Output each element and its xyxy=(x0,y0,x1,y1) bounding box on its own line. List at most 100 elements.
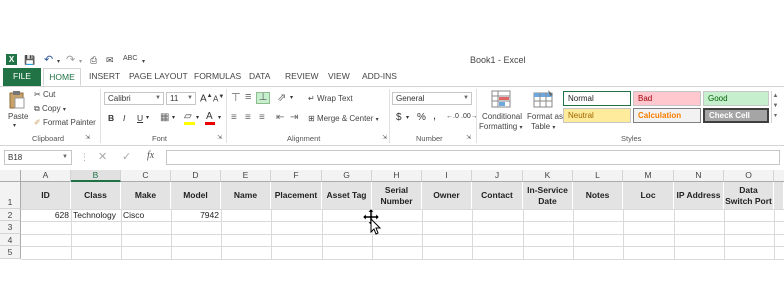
format-painter-button[interactable]: ✐ Format Painter xyxy=(34,118,96,127)
font-color-dropdown-icon[interactable]: ▾ xyxy=(218,114,221,121)
header-cell-class[interactable]: Class xyxy=(71,182,121,209)
row-header-5[interactable]: 5 xyxy=(0,246,21,259)
copy-button[interactable]: ⧉ Copy ▾ xyxy=(34,104,66,114)
borders-dropdown-icon[interactable]: ▾ xyxy=(172,114,175,121)
header-cell-notes[interactable]: Notes xyxy=(573,182,623,209)
paste-button[interactable] xyxy=(9,91,25,109)
currency-button[interactable]: $ xyxy=(396,112,402,123)
format-as-table-label-1[interactable]: Format as xyxy=(527,112,563,121)
header-cell-id[interactable]: ID xyxy=(21,182,71,209)
style-bad[interactable]: Bad xyxy=(633,91,701,106)
orientation-icon[interactable]: ⇗ xyxy=(277,91,286,104)
name-box[interactable]: B18 ▼ xyxy=(4,150,72,165)
insert-function-icon[interactable]: fx xyxy=(147,150,154,161)
header-cell-owner[interactable]: Owner xyxy=(422,182,472,209)
tab-insert[interactable]: INSERT xyxy=(85,68,124,86)
alignment-launcher-icon[interactable]: ⇲ xyxy=(382,134,387,141)
email-icon[interactable]: ✉ xyxy=(106,55,114,66)
cut-button[interactable]: ✂ Cut xyxy=(34,90,55,99)
merge-center-button[interactable]: ⊞ Merge & Center ▾ xyxy=(308,114,379,123)
orientation-dropdown-icon[interactable]: ▾ xyxy=(290,94,293,101)
style-neutral[interactable]: Neutral xyxy=(563,108,631,123)
column-header-i[interactable]: I xyxy=(422,170,472,182)
undo-icon[interactable]: ↶ xyxy=(44,53,53,66)
cell-a2[interactable]: 628 xyxy=(21,210,69,221)
cell-d2[interactable]: 7942 xyxy=(171,210,219,221)
tab-file[interactable]: FILE xyxy=(3,68,41,86)
customize-toolbar-icon[interactable]: ▾ xyxy=(142,58,145,65)
tab-home[interactable]: HOME xyxy=(43,68,81,86)
tab-view[interactable]: VIEW xyxy=(324,68,354,86)
increase-font-button[interactable]: A▲ xyxy=(200,93,213,104)
cell-b2[interactable]: Technology xyxy=(73,210,121,221)
formula-input[interactable] xyxy=(166,150,780,165)
tab-review[interactable]: REVIEW xyxy=(281,68,323,86)
tab-data[interactable]: DATA xyxy=(245,68,274,86)
style-good[interactable]: Good xyxy=(703,91,769,106)
style-calculation[interactable]: Calculation xyxy=(633,108,701,123)
redo-icon[interactable]: ↷ xyxy=(66,53,75,66)
header-cell-contact[interactable]: Contact xyxy=(472,182,523,209)
decrease-indent-icon[interactable]: ⇤ xyxy=(276,112,284,123)
paste-label[interactable]: Paste xyxy=(8,112,28,121)
column-header-b[interactable]: B xyxy=(71,170,121,182)
row-header-2[interactable]: 2 xyxy=(0,209,21,221)
align-right-icon[interactable]: ≡ xyxy=(259,112,265,123)
style-check-cell[interactable]: Check Cell xyxy=(703,108,769,123)
clipboard-launcher-icon[interactable]: ⇲ xyxy=(85,134,90,141)
align-middle-icon[interactable]: ≡ xyxy=(245,91,251,103)
column-header-h[interactable]: H xyxy=(372,170,422,182)
column-header-g[interactable]: G xyxy=(322,170,372,182)
wrap-text-button[interactable]: ↵ Wrap Text xyxy=(308,94,353,103)
currency-dropdown-icon[interactable]: ▾ xyxy=(406,114,409,121)
tab-formulas[interactable]: FORMULAS xyxy=(190,68,245,86)
header-cell-asset-tag[interactable]: Asset Tag xyxy=(322,182,372,209)
number-format-select[interactable]: General ▼ xyxy=(392,92,472,105)
column-header-a[interactable]: A xyxy=(21,170,71,182)
column-header-c[interactable]: C xyxy=(121,170,171,182)
tab-page-layout[interactable]: PAGE LAYOUT xyxy=(125,68,192,86)
bold-button[interactable]: B xyxy=(108,113,114,123)
cancel-icon[interactable]: ✕ xyxy=(98,150,107,163)
italic-button[interactable]: I xyxy=(123,113,125,123)
underline-dropdown-icon[interactable]: ▾ xyxy=(146,114,149,121)
increase-decimal-icon[interactable]: ←.0 xyxy=(446,113,459,120)
align-left-icon[interactable]: ≡ xyxy=(231,112,237,123)
style-normal[interactable]: Normal xyxy=(563,91,631,106)
font-launcher-icon[interactable]: ⇲ xyxy=(217,134,222,141)
print-icon[interactable]: ⎙ xyxy=(90,55,97,66)
font-color-icon[interactable]: A xyxy=(206,111,213,122)
conditional-formatting-label-1[interactable]: Conditional xyxy=(482,112,522,121)
header-cell-in-service-date[interactable]: In-Service Date xyxy=(523,182,573,209)
percent-button[interactable]: % xyxy=(417,112,426,123)
font-name-select[interactable]: Calibri ▼ xyxy=(104,92,164,105)
borders-icon[interactable]: ▦ xyxy=(160,112,169,123)
styles-scroll[interactable]: ▲ ▼ ▾ xyxy=(771,91,779,123)
fill-color-dropdown-icon[interactable]: ▾ xyxy=(196,114,199,121)
align-top-icon[interactable]: ⊤ xyxy=(231,91,241,104)
column-header-o[interactable]: O xyxy=(724,170,774,182)
header-cell-model[interactable]: Model xyxy=(171,182,221,209)
align-bottom-icon[interactable]: ⊥ xyxy=(256,92,270,104)
header-cell-ip-address[interactable]: IP Address xyxy=(674,182,724,209)
tab-add-ins[interactable]: ADD-INS xyxy=(358,68,401,86)
row-header-1[interactable]: 1 xyxy=(0,182,21,209)
spelling-icon[interactable]: ABC xyxy=(123,55,137,62)
conditional-formatting-button[interactable]: Formatting ▾ xyxy=(479,122,522,131)
column-header-m[interactable]: M xyxy=(623,170,674,182)
enter-icon[interactable]: ✓ xyxy=(122,150,131,163)
header-cell-placement[interactable]: Placement xyxy=(271,182,322,209)
header-cell-serial-number[interactable]: Serial Number xyxy=(372,182,422,209)
font-size-select[interactable]: 11 ▼ xyxy=(166,92,196,105)
align-center-icon[interactable]: ≡ xyxy=(245,112,251,123)
save-icon[interactable]: 💾 xyxy=(24,55,35,66)
select-all-corner[interactable] xyxy=(0,170,21,182)
cell-c2[interactable]: Cisco xyxy=(123,210,171,221)
number-launcher-icon[interactable]: ⇲ xyxy=(466,134,471,141)
format-as-table-icon[interactable] xyxy=(533,90,555,110)
column-header-d[interactable]: D xyxy=(171,170,221,182)
header-cell-name[interactable]: Name xyxy=(221,182,271,209)
redo-dropdown-icon[interactable]: ▾ xyxy=(79,58,82,65)
column-header-j[interactable]: J xyxy=(472,170,523,182)
column-header-k[interactable]: K xyxy=(523,170,573,182)
